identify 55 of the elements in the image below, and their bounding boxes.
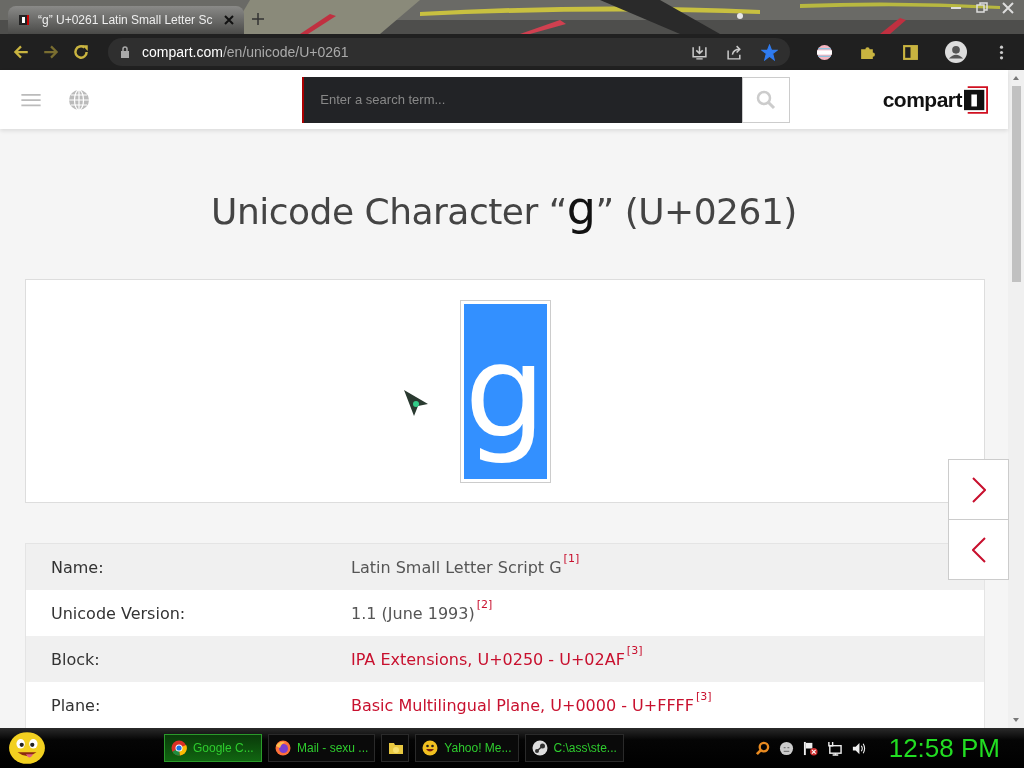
tab-title: “g” U+0261 Latin Small Letter Sc (38, 13, 214, 27)
row-value: Latin Small Letter Script G (351, 557, 562, 577)
new-tab-icon[interactable] (252, 13, 264, 25)
flag-icon[interactable] (816, 43, 833, 61)
search-field[interactable]: Enter a search term... (302, 76, 743, 123)
sidebar-icon[interactable] (902, 43, 919, 61)
taskbar-button[interactable] (381, 734, 410, 762)
network-icon[interactable] (826, 740, 842, 756)
lock-icon (120, 46, 130, 58)
restore-icon[interactable] (976, 2, 988, 14)
face-icon[interactable] (778, 740, 794, 756)
taskbar-button[interactable]: Google C... (164, 734, 262, 762)
profile-avatar-icon[interactable] (945, 41, 967, 63)
url-host: compart.com (142, 44, 223, 60)
value-link[interactable]: IPA Extensions, U+0250 - U+02AF (351, 649, 625, 669)
scroll-thumb[interactable] (1011, 86, 1021, 282)
forward-icon[interactable] (42, 43, 60, 61)
row-value: 1.1 (June 1993) (351, 603, 475, 623)
row-label: Plane: (50, 695, 102, 715)
taskbar-button[interactable]: C:\ass\ste... (524, 734, 624, 762)
url-path: /en/unicode/U+0261 (222, 44, 349, 60)
site-logo-icon (18, 14, 30, 26)
row-label: Unicode Version: (50, 603, 187, 623)
star-icon[interactable] (761, 43, 778, 61)
search-icon[interactable] (754, 740, 770, 756)
address-bar[interactable]: compart.com/en/unicode/U+0261 (108, 38, 790, 66)
footnote-link[interactable]: [2] (476, 597, 493, 611)
close-icon[interactable] (224, 15, 234, 25)
page-title: Unicode Character “g” (U+0261) (210, 181, 798, 236)
scrollbar[interactable] (1008, 70, 1024, 728)
install-icon[interactable] (691, 43, 708, 61)
folder-icon (388, 740, 405, 756)
fox-globe-icon (275, 740, 291, 756)
browser-tab[interactable]: “g” U+0261 Latin Small Letter Sc (8, 6, 244, 34)
row-label: Block: (50, 649, 101, 669)
logo-mark-icon[interactable] (964, 84, 988, 115)
flag-error-icon[interactable] (802, 740, 818, 756)
search-icon (756, 89, 777, 110)
logo-text[interactable]: compart (882, 87, 962, 112)
footnote-link[interactable]: [1] (563, 551, 580, 565)
chevron-left-icon (971, 536, 986, 563)
share-icon[interactable] (726, 43, 743, 61)
footnote-link[interactable]: [3] (696, 689, 712, 703)
smiley-start-icon[interactable] (8, 731, 46, 765)
chevron-right-icon (971, 476, 986, 503)
taskbar-button[interactable]: Yahoo! Me... (415, 734, 519, 762)
back-icon[interactable] (12, 43, 30, 61)
clock[interactable]: 12:58 PM (888, 732, 1000, 764)
footnote-link[interactable]: [3] (626, 643, 643, 657)
smiley-icon (422, 740, 439, 756)
browser-icon (171, 740, 187, 756)
value-link[interactable]: Basic Multilingual Plane, U+0000 - U+FFFF (351, 695, 694, 715)
reload-icon[interactable] (72, 43, 90, 61)
row-label: Name: (50, 557, 105, 577)
taskbar-button[interactable]: Mail - sexu ... (268, 734, 376, 762)
